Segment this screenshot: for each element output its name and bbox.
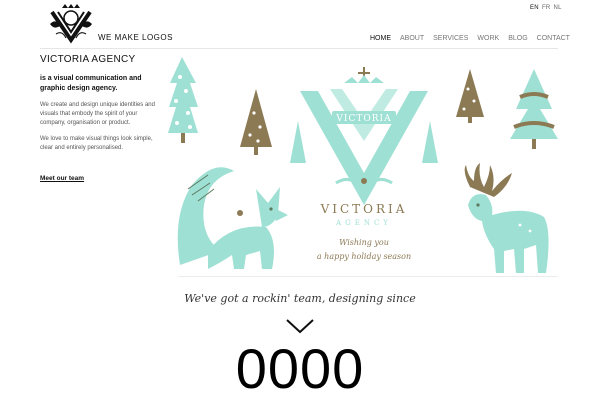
victoria-crest: VICTORIA <box>290 67 438 205</box>
header-divider <box>40 48 558 49</box>
mint-tree-left <box>168 57 198 143</box>
crest-icon[interactable] <box>48 4 94 44</box>
nav-home[interactable]: HOME <box>370 35 391 42</box>
language-switcher: EN FR NL <box>530 5 565 11</box>
brown-tree <box>240 89 272 155</box>
agency-tagline: is a visual communication and graphic de… <box>40 75 142 92</box>
logo-text[interactable]: WE MAKE LOGOS <box>98 33 173 42</box>
brown-tree-right <box>456 69 484 123</box>
values-paragraph: We love to make visual things look simpl… <box>40 136 153 151</box>
striped-tree <box>510 69 558 149</box>
main-nav: HOME ABOUT SERVICES WORK BLOG CONTACT <box>370 35 579 42</box>
fox <box>177 167 288 269</box>
holiday-illustration: VICTORIA VICTORIA AGENCY Wishing you a h… <box>168 57 558 273</box>
chevron-down-icon[interactable] <box>285 318 315 334</box>
greeting-line-2: a happy holiday season <box>317 252 411 261</box>
team-tagline: We've got a rockin' team, designing sinc… <box>184 292 416 305</box>
nav-blog[interactable]: BLOG <box>508 35 527 42</box>
lang-en[interactable]: EN <box>530 5 539 11</box>
nav-work[interactable]: WORK <box>477 35 499 42</box>
moose <box>464 163 549 273</box>
nav-contact[interactable]: CONTACT <box>537 35 570 42</box>
hero-divider <box>178 276 558 277</box>
lang-fr[interactable]: FR <box>542 5 551 11</box>
agency-title: VICTORIA AGENCY <box>40 54 136 65</box>
crest-banner-text: VICTORIA <box>335 114 391 124</box>
year-counter: 0000 <box>235 337 365 400</box>
brand-subtitle: AGENCY <box>335 219 392 227</box>
intro-paragraph: We create and design unique identities a… <box>40 102 155 126</box>
nav-services[interactable]: SERVICES <box>433 35 468 42</box>
brand-name: VICTORIA <box>320 202 408 216</box>
sidebar: VICTORIA AGENCY is a visual communicatio… <box>40 54 160 182</box>
greeting-line-1: Wishing you <box>339 238 389 247</box>
lang-nl[interactable]: NL <box>554 5 562 11</box>
meet-team-link[interactable]: Meet our team <box>40 175 160 182</box>
nav-about[interactable]: ABOUT <box>400 35 424 42</box>
